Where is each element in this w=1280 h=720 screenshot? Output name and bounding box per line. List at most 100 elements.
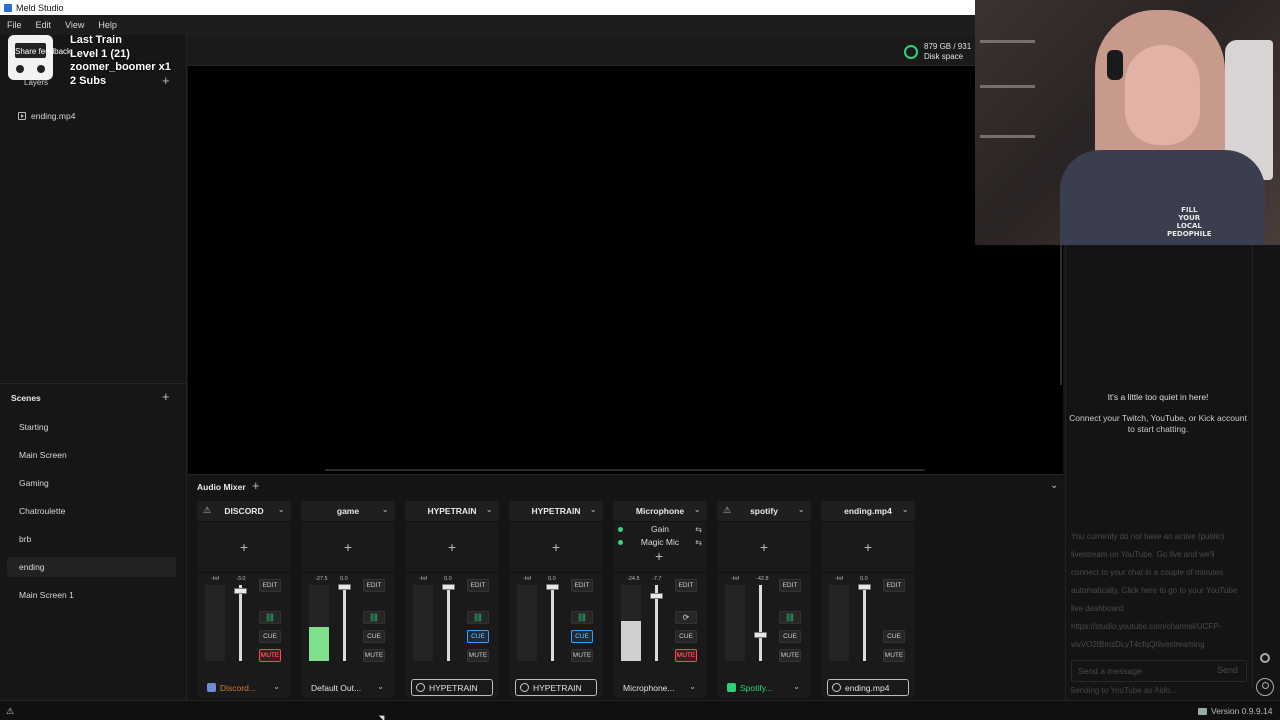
mute-button[interactable]: MUTE bbox=[363, 649, 385, 662]
add-filter-button[interactable]: + bbox=[655, 548, 663, 564]
cue-button[interactable]: CUE bbox=[571, 630, 593, 643]
add-filter-button[interactable]: + bbox=[717, 521, 811, 572]
add-filter-button[interactable]: + bbox=[509, 521, 603, 572]
mute-button[interactable]: MUTE bbox=[779, 649, 801, 662]
cue-button[interactable]: CUE bbox=[467, 630, 489, 643]
add-filter-button[interactable]: + bbox=[821, 521, 915, 572]
mute-button[interactable]: MUTE bbox=[675, 649, 697, 662]
edit-button[interactable]: EDIT bbox=[467, 579, 489, 592]
cue-button[interactable]: CUE bbox=[363, 630, 385, 643]
menu-help[interactable]: Help bbox=[91, 20, 124, 30]
scene-item[interactable]: Chatroulette bbox=[7, 501, 176, 521]
channel-header[interactable]: ⚠ spotify ⌄ bbox=[717, 501, 811, 521]
horizontal-scrollbar[interactable] bbox=[325, 469, 925, 471]
chevron-down-icon[interactable]: ⌄ bbox=[485, 504, 493, 515]
add-filter-button[interactable]: + bbox=[301, 521, 395, 572]
volume-fader-handle[interactable] bbox=[338, 584, 351, 590]
edit-button[interactable]: EDIT bbox=[363, 579, 385, 592]
channel-header[interactable]: ending.mp4 ⌄ bbox=[821, 501, 915, 521]
warning-icon[interactable]: ⚠ bbox=[723, 505, 731, 516]
chevron-down-icon[interactable]: ⌄ bbox=[381, 504, 389, 515]
edit-button[interactable]: EDIT bbox=[883, 579, 905, 592]
source-selector[interactable]: Default Out... ⌄ bbox=[307, 679, 389, 696]
stream-preview[interactable] bbox=[188, 66, 1063, 474]
source-selector[interactable]: HYPETRAIN bbox=[411, 679, 493, 696]
chat-settings-icon[interactable] bbox=[1260, 653, 1270, 663]
chevron-down-icon[interactable]: ⌄ bbox=[901, 504, 909, 515]
source-selector[interactable]: Spotify... ⌄ bbox=[723, 679, 805, 696]
scene-item[interactable]: Starting bbox=[7, 417, 176, 437]
layer-item[interactable]: ending.mp4 bbox=[18, 111, 75, 121]
edit-button[interactable]: EDIT bbox=[571, 579, 593, 592]
scene-item[interactable]: brb bbox=[7, 529, 176, 549]
chevron-down-icon[interactable]: ⌄ bbox=[797, 504, 805, 515]
chevron-down-icon[interactable]: ⌄ bbox=[793, 682, 800, 691]
chevron-down-icon[interactable]: ⌄ bbox=[589, 504, 597, 515]
share-feedback-button[interactable]: Share feedback bbox=[15, 47, 71, 56]
volume-fader-handle[interactable] bbox=[650, 593, 663, 599]
volume-fader-track[interactable] bbox=[343, 585, 346, 661]
add-filter-button[interactable]: + bbox=[197, 521, 291, 572]
volume-fader-handle[interactable] bbox=[754, 632, 767, 638]
volume-fader-track[interactable] bbox=[759, 585, 762, 661]
collapse-mixer-chevron-icon[interactable]: ⌄ bbox=[1050, 480, 1058, 491]
scene-item[interactable]: Main Screen 1 bbox=[7, 585, 176, 605]
volume-fader-track[interactable] bbox=[551, 585, 554, 661]
cue-button[interactable]: CUE bbox=[259, 630, 281, 643]
mute-button[interactable]: MUTE bbox=[883, 649, 905, 662]
loop-icon[interactable]: ⟳ bbox=[675, 611, 697, 624]
source-selector[interactable]: Microphone... ⌄ bbox=[619, 679, 701, 696]
chat-message-input[interactable]: Send a message Send bbox=[1071, 660, 1247, 682]
volume-fader-handle[interactable] bbox=[234, 588, 247, 594]
link-icon[interactable]: ⛓ bbox=[571, 611, 593, 624]
send-button[interactable]: Send bbox=[1217, 665, 1238, 675]
volume-fader-handle[interactable] bbox=[546, 584, 559, 590]
scene-item[interactable]: Main Screen bbox=[7, 445, 176, 465]
channel-header[interactable]: HYPETRAIN ⌄ bbox=[405, 501, 499, 521]
source-selector[interactable]: Discord... ⌄ bbox=[203, 679, 285, 696]
link-icon[interactable]: ⛓ bbox=[467, 611, 489, 624]
add-filter-button[interactable]: + bbox=[405, 521, 499, 572]
add-audio-track-button[interactable]: + bbox=[252, 478, 260, 493]
link-icon[interactable]: ⛓ bbox=[363, 611, 385, 624]
volume-fader-track[interactable] bbox=[239, 585, 242, 661]
vertical-scrollbar[interactable] bbox=[1060, 245, 1062, 385]
filter-settings-icon[interactable]: ⇆ bbox=[695, 538, 702, 547]
chevron-down-icon[interactable]: ⌄ bbox=[277, 504, 285, 515]
menu-edit[interactable]: Edit bbox=[29, 20, 59, 30]
edit-button[interactable]: EDIT bbox=[259, 579, 281, 592]
channel-header[interactable]: Microphone ⌄ bbox=[613, 501, 707, 521]
source-selector[interactable]: ending.mp4 bbox=[827, 679, 909, 696]
scene-item-active[interactable]: ending bbox=[7, 557, 176, 577]
mute-button[interactable]: MUTE bbox=[259, 649, 281, 662]
cue-button[interactable]: CUE bbox=[675, 630, 697, 643]
volume-fader-handle[interactable] bbox=[858, 584, 871, 590]
warning-icon[interactable]: ⚠ bbox=[6, 706, 14, 717]
channel-header[interactable]: game ⌄ bbox=[301, 501, 395, 521]
source-selector[interactable]: HYPETRAIN bbox=[515, 679, 597, 696]
menu-file[interactable]: File bbox=[0, 20, 29, 30]
filter-item[interactable]: Gain ⇆ bbox=[616, 524, 704, 536]
youtube-notice[interactable]: You currently do not have an active (pub… bbox=[1071, 528, 1241, 654]
scene-item[interactable]: Gaming bbox=[7, 473, 176, 493]
add-scene-button[interactable]: + bbox=[162, 389, 170, 404]
menu-view[interactable]: View bbox=[58, 20, 91, 30]
chevron-down-icon[interactable]: ⌄ bbox=[689, 682, 696, 691]
cue-button[interactable]: CUE bbox=[779, 630, 801, 643]
account-avatar-icon[interactable] bbox=[1256, 678, 1274, 696]
filter-settings-icon[interactable]: ⇆ bbox=[695, 525, 702, 534]
volume-fader-track[interactable] bbox=[863, 585, 866, 661]
volume-fader-handle[interactable] bbox=[442, 584, 455, 590]
channel-header[interactable]: ⚠ DISCORD ⌄ bbox=[197, 501, 291, 521]
edit-button[interactable]: EDIT bbox=[675, 579, 697, 592]
mute-button[interactable]: MUTE bbox=[571, 649, 593, 662]
cue-button[interactable]: CUE bbox=[883, 630, 905, 643]
chevron-down-icon[interactable]: ⌄ bbox=[377, 682, 384, 691]
link-icon[interactable]: ⛓ bbox=[259, 611, 281, 624]
link-icon[interactable]: ⛓ bbox=[779, 611, 801, 624]
volume-fader-track[interactable] bbox=[447, 585, 450, 661]
warning-icon[interactable]: ⚠ bbox=[203, 505, 211, 516]
chevron-down-icon[interactable]: ⌄ bbox=[693, 504, 701, 515]
edit-button[interactable]: EDIT bbox=[779, 579, 801, 592]
mute-button[interactable]: MUTE bbox=[467, 649, 489, 662]
